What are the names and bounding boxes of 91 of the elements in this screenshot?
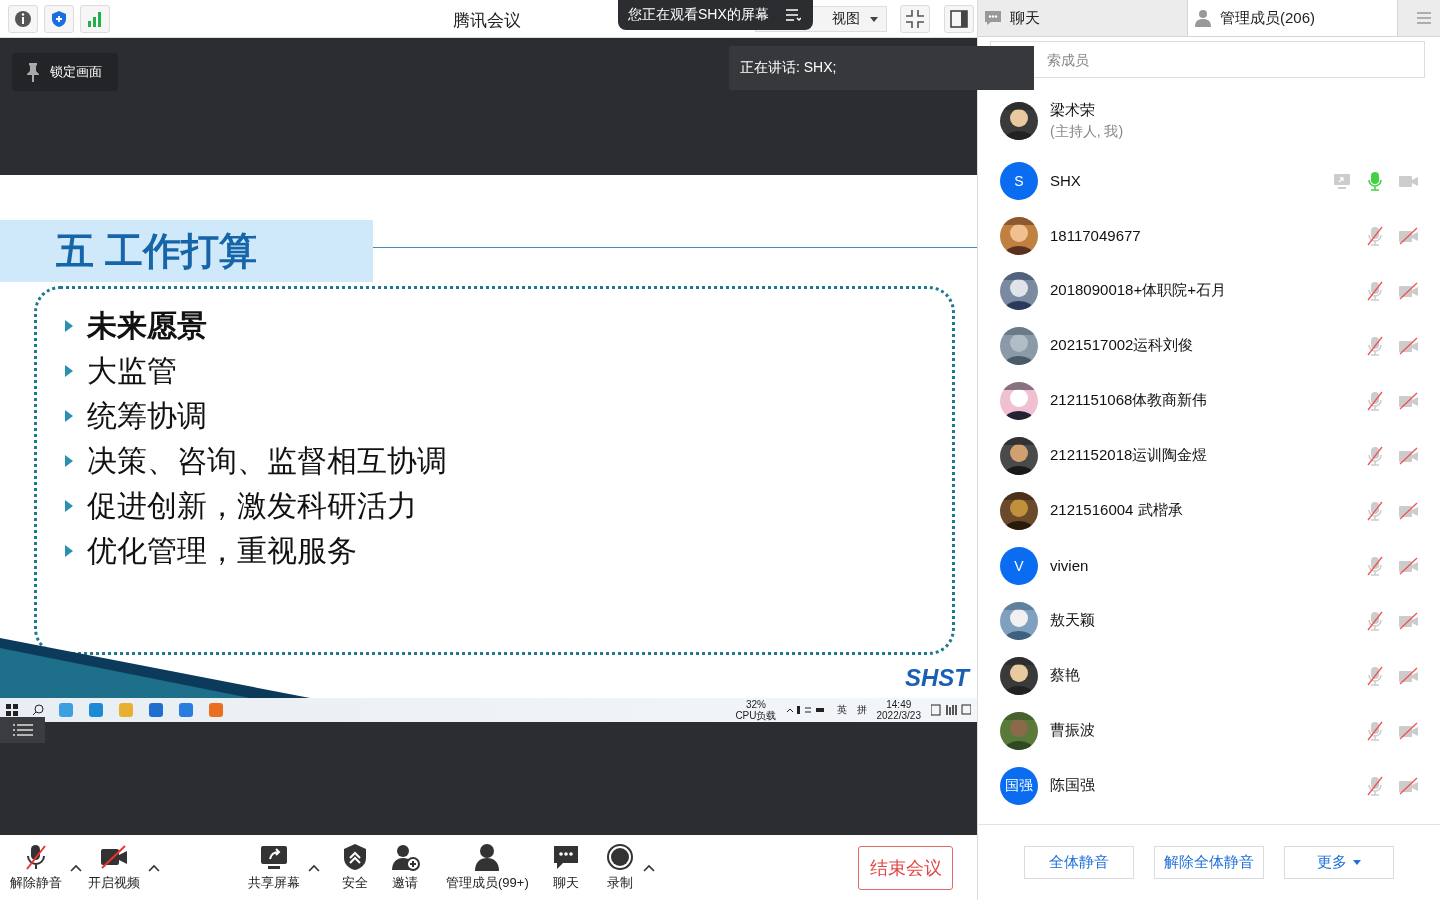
member-role: (主持人, 我): [1050, 122, 1125, 141]
cpu-label: CPU负载: [735, 710, 777, 721]
app-icon: [208, 702, 224, 718]
toolbar-button[interactable]: 管理成员(99+): [446, 843, 529, 892]
panel-action-button[interactable]: 更多: [1284, 846, 1394, 879]
info-icon: [14, 9, 32, 28]
exit-fullscreen-button[interactable]: [900, 5, 930, 33]
tray-icons-drawing: [786, 705, 827, 715]
slide-bullet: 大监管: [87, 352, 177, 389]
member-name: vivien: [1050, 557, 1090, 574]
member-name: 2121151068体教商新伟: [1050, 391, 1209, 410]
slide-bullet: 优化管理，重视服务: [87, 532, 357, 569]
member-name: 梁术荣: [1050, 100, 1096, 120]
info-button[interactable]: [8, 4, 38, 33]
triangle-bullet-icon: [65, 545, 73, 557]
end-meeting-button[interactable]: 结束会议: [858, 845, 953, 890]
slide-logo: SHST: [905, 664, 969, 692]
triangle-bullet-icon: [65, 455, 73, 467]
slide-bullet: 决策、咨询、监督相互协调: [87, 442, 447, 479]
member-name: SHX: [1050, 172, 1082, 189]
caret-icon: [870, 16, 878, 22]
record-icon: [604, 843, 635, 871]
toolbar-button[interactable]: 录制: [604, 843, 635, 892]
camera-off-icon: [99, 843, 129, 871]
exit-fullscreen-icon: [905, 9, 925, 29]
avatar: V: [1000, 546, 1038, 585]
panel-action-button[interactable]: 解除全体静音: [1154, 846, 1264, 879]
app-icon: [148, 702, 164, 718]
folder-icon: [118, 702, 134, 718]
slide-bullet: 未来愿景: [87, 307, 207, 344]
member-name: 2121516004 武楷承: [1050, 501, 1184, 520]
toolbar-button[interactable]: 聊天: [550, 843, 581, 892]
screen-share-icon: [259, 843, 289, 871]
app-icon: [178, 702, 194, 718]
sidebar-toggle-button[interactable]: [944, 5, 974, 33]
shield-icon: [50, 9, 68, 28]
toolbar-button[interactable]: 解除静音: [10, 843, 62, 892]
tray-icons-drawing: [931, 704, 971, 716]
signal-icon: [86, 9, 104, 28]
caret-icon: [1353, 860, 1361, 865]
slide-bullet: 促进创新，激发科研活力: [87, 487, 417, 524]
network-button[interactable]: [80, 4, 110, 33]
search-icon: [32, 704, 44, 716]
list-menu-button[interactable]: [0, 717, 45, 743]
member-name: 18117049677: [1050, 227, 1142, 244]
slide-bullet: 统筹协调: [87, 397, 207, 434]
member-name: 曹振波: [1050, 721, 1096, 740]
user-icon: [1194, 9, 1212, 27]
avatar: S: [1000, 161, 1038, 200]
toolbar-button[interactable]: 邀请: [390, 843, 420, 892]
slide-title: 五 工作打算: [0, 220, 373, 282]
ime-language: 英: [836, 703, 847, 717]
member-name: 2018090018+体职院+石月: [1050, 281, 1227, 300]
speaker-toast: 正在讲话: SHX;: [729, 46, 1034, 90]
sidebar-icon: [950, 10, 968, 28]
triangle-bullet-icon: [65, 365, 73, 377]
chevron-up-icon: [70, 863, 82, 872]
chevron-up-icon: [308, 863, 320, 872]
lock-view-button[interactable]: 锁定画面: [12, 53, 118, 91]
toolbar-button[interactable]: 开启视频: [88, 843, 140, 892]
avatar: 国强: [1000, 766, 1038, 805]
app-icon: [58, 702, 74, 718]
triangle-bullet-icon: [65, 410, 73, 422]
member-search-field[interactable]: 索成员: [990, 41, 1425, 78]
cpu-usage: 32%: [745, 699, 766, 710]
chevron-up-icon: [642, 863, 655, 872]
member-name: 敖天颖: [1050, 611, 1096, 630]
member-name: 2021517002运科刘俊: [1050, 336, 1195, 355]
chevron-up-icon: [148, 863, 160, 872]
panel-action-button[interactable]: 全体静音: [1024, 846, 1134, 879]
chat-icon: [984, 10, 1002, 26]
toolbar-button[interactable]: 安全: [340, 843, 370, 892]
menu-icon: [1416, 12, 1431, 24]
clock-date: 2022/3/23: [876, 710, 921, 721]
clock-time: 14:49: [886, 699, 912, 710]
list-icon: [12, 723, 33, 737]
panel-tab[interactable]: 管理成员(206): [1188, 0, 1398, 36]
member-name: 蔡艳: [1050, 666, 1081, 685]
toolbar-button[interactable]: 共享屏幕: [248, 843, 300, 892]
app-icon: [88, 702, 104, 718]
window-title: 腾讯会议: [453, 10, 521, 32]
windows-logo-icon: [6, 704, 18, 716]
triangle-bullet-icon: [65, 320, 73, 332]
member-name: 2121152018运训陶金煜: [1050, 446, 1209, 465]
member-name: 陈国强: [1050, 776, 1096, 795]
pin-icon: [26, 62, 40, 82]
triangle-bullet-icon: [65, 500, 73, 512]
menu-icon: [784, 8, 801, 22]
security-button[interactable]: [44, 4, 74, 33]
add-user-icon: [390, 843, 420, 871]
ime-mode: 拼: [856, 703, 867, 717]
